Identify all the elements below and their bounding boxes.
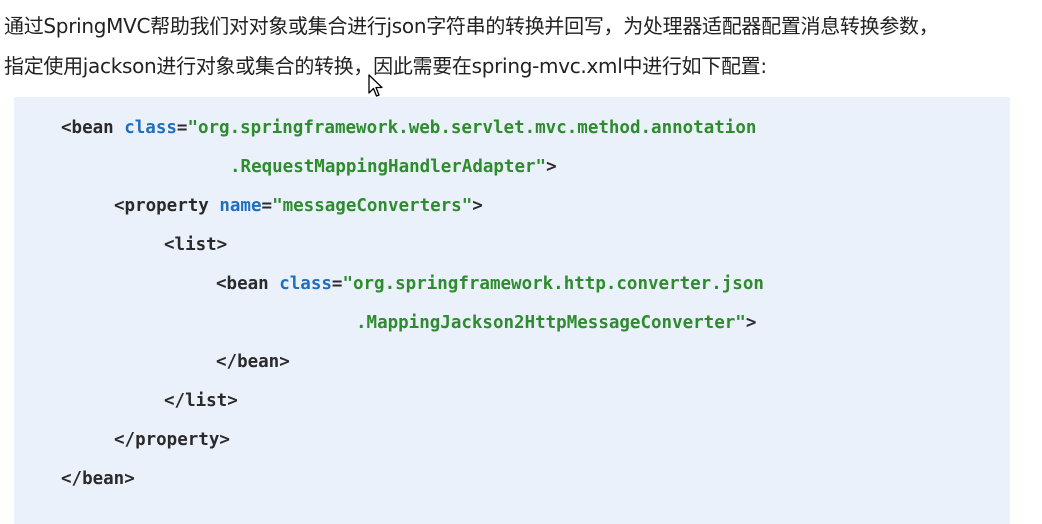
code-line-6: .MappingJackson2HttpMessageConverter">	[356, 312, 756, 334]
code-line-2: .RequestMappingHandlerAdapter">	[230, 156, 557, 178]
code-line-9: </property>	[114, 429, 230, 451]
code-line-1: <bean class="org.springframework.web.ser…	[61, 117, 756, 139]
code-eq: =	[261, 196, 273, 216]
code-line-5: <bean class="org.springframework.http.co…	[216, 273, 764, 295]
code-string: "org.springframework.http.converter.json	[342, 274, 764, 294]
code-tag: <list>	[164, 235, 228, 255]
code-eq: =	[176, 118, 188, 138]
code-attr: class	[124, 118, 177, 138]
code-tag: <bean	[216, 274, 280, 294]
mouse-pointer-icon	[368, 74, 383, 97]
code-attr: name	[219, 196, 262, 216]
code-tag: <property	[114, 196, 220, 216]
document-page: 通过SpringMVC帮助我们对对象或集合进行json字符串的转换并回写，为处理…	[0, 0, 1042, 524]
code-string: "org.springframework.web.servlet.mvc.met…	[187, 118, 757, 138]
code-line-4: <list>	[164, 234, 227, 256]
code-tag: </bean>	[61, 469, 135, 489]
code-string: .MappingJackson2HttpMessageConverter"	[356, 313, 746, 333]
code-string: "messageConverters"	[272, 196, 473, 216]
code-line-3: <property name="messageConverters">	[114, 195, 483, 217]
code-tag: </list>	[164, 391, 238, 411]
code-line-7: </bean>	[216, 351, 290, 373]
code-attr: class	[279, 274, 332, 294]
code-tag: <bean	[61, 118, 125, 138]
code-tag: </bean>	[216, 352, 290, 372]
code-tag: >	[745, 313, 757, 333]
code-line-8: </list>	[164, 390, 238, 412]
code-eq: =	[331, 274, 343, 294]
code-string: .RequestMappingHandlerAdapter"	[230, 157, 547, 177]
intro-line-1: 通过SpringMVC帮助我们对对象或集合进行json字符串的转换并回写，为处理…	[4, 14, 939, 38]
intro-line-2: 指定使用jackson进行对象或集合的转换，因此需要在spring-mvc.xm…	[4, 54, 767, 78]
code-block: <bean class="org.springframework.web.ser…	[14, 97, 1010, 524]
code-tag: </property>	[114, 430, 230, 450]
code-line-10: </bean>	[61, 468, 135, 490]
code-tag: >	[546, 157, 557, 177]
code-tag: >	[472, 196, 483, 216]
